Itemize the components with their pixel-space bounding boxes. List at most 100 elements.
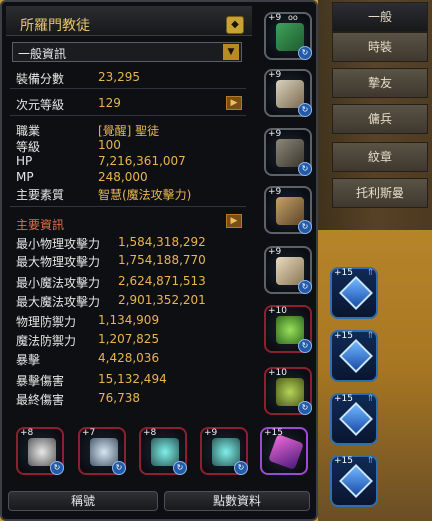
refresh-icon: ↻ — [298, 220, 312, 234]
gem-icon — [339, 339, 373, 373]
dimension-level-label: 次元等級 — [16, 98, 65, 112]
equip-score-label: 裝備分數 — [16, 72, 65, 86]
hp-label: HP — [16, 154, 33, 168]
stat-value: 15,132,494 — [98, 372, 167, 386]
stat-label: 最小魔法攻擊力 — [16, 276, 101, 290]
title-toggle-button[interactable]: ◆ — [226, 16, 244, 34]
gem-slot-4[interactable]: +15 ⇑ — [330, 455, 378, 507]
hp-row: HP 7,216,361,007 — [16, 154, 186, 168]
title-bar: 所羅門教徒 ◆ — [6, 6, 252, 36]
slot-tag: oo — [288, 13, 298, 22]
enhance-level: +15 — [334, 331, 353, 341]
equip-slot-earring[interactable]: +7 ↻ — [78, 427, 126, 475]
enhance-level: +9 — [268, 70, 282, 80]
gem-slot-1[interactable]: +15 ⇑ — [330, 267, 378, 319]
gem-slot-2[interactable]: +15 ⇑ — [330, 330, 378, 382]
refresh-icon: ↻ — [173, 461, 187, 475]
stat-row: 最大物理攻擊力 1,754,188,770 — [16, 253, 206, 270]
stat-value: 4,428,036 — [98, 351, 160, 365]
stat-row: 物理防禦力 1,134,909 — [16, 313, 159, 330]
mp-row: MP 248,000 — [16, 170, 148, 184]
equip-score-row: 裝備分數 23,295 — [16, 70, 140, 87]
upgrade-arrow-icon: ⇑ — [366, 456, 374, 466]
tab-general[interactable]: 一般 — [332, 2, 428, 32]
equip-slot-crystal[interactable]: +15 — [260, 427, 308, 475]
equip-slot-ring-1[interactable]: +8 ↻ — [139, 427, 187, 475]
stat-value: 1,207,825 — [98, 332, 160, 346]
dimension-detail-button[interactable]: ▶ — [226, 96, 242, 110]
dimension-level-row: 次元等級 129 — [16, 96, 121, 113]
tab-mercenary[interactable]: 傭兵 — [332, 104, 428, 134]
gem-icon — [339, 464, 373, 498]
enhance-level: +9 — [204, 428, 218, 438]
refresh-icon: ↻ — [298, 46, 312, 60]
refresh-icon: ↻ — [112, 461, 126, 475]
character-info-panel: 所羅門教徒 ◆ 一般資訊 ▼ 裝備分數 23,295 次元等級 129 ▶ 職業… — [0, 0, 318, 521]
equip-slot-gloves[interactable]: +9 ↻ — [264, 186, 312, 234]
stat-value: 2,901,352,201 — [118, 293, 206, 307]
gem-icon — [339, 402, 373, 436]
equip-slot-subweapon[interactable]: +10 ↻ — [264, 305, 312, 353]
enhance-level: +9 — [268, 187, 282, 197]
stat-row: 最小物理攻擊力 1,584,318,292 — [16, 235, 206, 252]
gem-icon — [339, 276, 373, 310]
enhance-level: +10 — [268, 306, 287, 316]
equip-slot-accessory[interactable]: +10 ↻ — [264, 367, 312, 415]
stat-label: 物理防禦力 — [16, 315, 77, 329]
enhance-level: +9 — [268, 129, 282, 139]
gem-slot-3[interactable]: +15 ⇑ — [330, 393, 378, 445]
upgrade-arrow-icon: ⇑ — [366, 394, 374, 404]
divider — [10, 115, 246, 116]
mp-value: 248,000 — [98, 170, 148, 184]
main-attribute-row: 主要素質 智慧(魔法攻擊力) — [16, 186, 191, 203]
stat-row: 最大魔法攻擊力 2,901,352,201 — [16, 293, 206, 310]
points-info-button[interactable]: 點數資料 — [164, 491, 310, 511]
equip-slot-shoes[interactable]: +9 ↻ — [264, 246, 312, 294]
equip-score-value: 23,295 — [98, 70, 140, 84]
enhance-level: +15 — [334, 456, 353, 466]
equip-slot-head[interactable]: +9 ↻ — [264, 69, 312, 117]
stat-row: 魔法防禦力 1,207,825 — [16, 332, 159, 349]
tab-costume[interactable]: 時裝 — [332, 32, 428, 62]
equip-slot-necklace[interactable]: +8 ↻ — [16, 427, 64, 475]
stats-detail-button[interactable]: ▶ — [226, 214, 242, 228]
stat-row: 最終傷害 76,738 — [16, 391, 140, 408]
class-label: 職業 — [16, 124, 41, 138]
stat-value: 76,738 — [98, 391, 140, 405]
title-button[interactable]: 稱號 — [8, 491, 158, 511]
enhance-level: +10 — [268, 368, 287, 378]
info-filter-dropdown[interactable]: 一般資訊 ▼ — [12, 42, 242, 62]
stat-label: 最大物理攻擊力 — [16, 255, 101, 269]
stat-label: 魔法防禦力 — [16, 334, 77, 348]
stat-value: 1,134,909 — [98, 313, 160, 327]
refresh-icon: ↻ — [234, 461, 248, 475]
enhance-level: +8 — [20, 428, 34, 438]
stat-row: 暴擊 4,428,036 — [16, 351, 159, 368]
stat-row: 暴擊傷害 15,132,494 — [16, 372, 167, 389]
dimension-level-value: 129 — [98, 96, 121, 110]
level-row: 等級 100 — [16, 138, 121, 155]
tab-friend[interactable]: 摯友 — [332, 68, 428, 98]
class-row: 職業 [覺醒] 聖徒 — [16, 122, 159, 139]
level-value: 100 — [98, 138, 121, 152]
stat-value: 1,584,318,292 — [118, 235, 206, 249]
hp-value: 7,216,361,007 — [98, 154, 186, 168]
refresh-icon: ↻ — [298, 339, 312, 353]
equip-slot-top[interactable]: +9 ↻ — [264, 128, 312, 176]
chevron-down-icon: ▼ — [223, 44, 239, 60]
equip-slot-weapon[interactable]: +9 oo ↻ — [264, 12, 312, 60]
stat-label: 暴擊 — [16, 353, 41, 367]
stat-value: 2,624,871,513 — [118, 274, 206, 288]
stat-row: 最小魔法攻擊力 2,624,871,513 — [16, 274, 206, 291]
tab-talisman[interactable]: 托利斯曼 — [332, 178, 428, 208]
refresh-icon: ↻ — [298, 280, 312, 294]
refresh-icon: ↻ — [298, 162, 312, 176]
enhance-level: +7 — [82, 428, 96, 438]
panel-title: 所羅門教徒 — [20, 18, 90, 34]
tab-emblem[interactable]: 紋章 — [332, 142, 428, 172]
enhance-level: +9 — [268, 13, 282, 23]
enhance-level: +8 — [143, 428, 157, 438]
stat-label: 最小物理攻擊力 — [16, 237, 101, 251]
equip-slot-ring-2[interactable]: +9 ↻ — [200, 427, 248, 475]
main-attribute-value: 智慧(魔法攻擊力) — [98, 188, 192, 202]
